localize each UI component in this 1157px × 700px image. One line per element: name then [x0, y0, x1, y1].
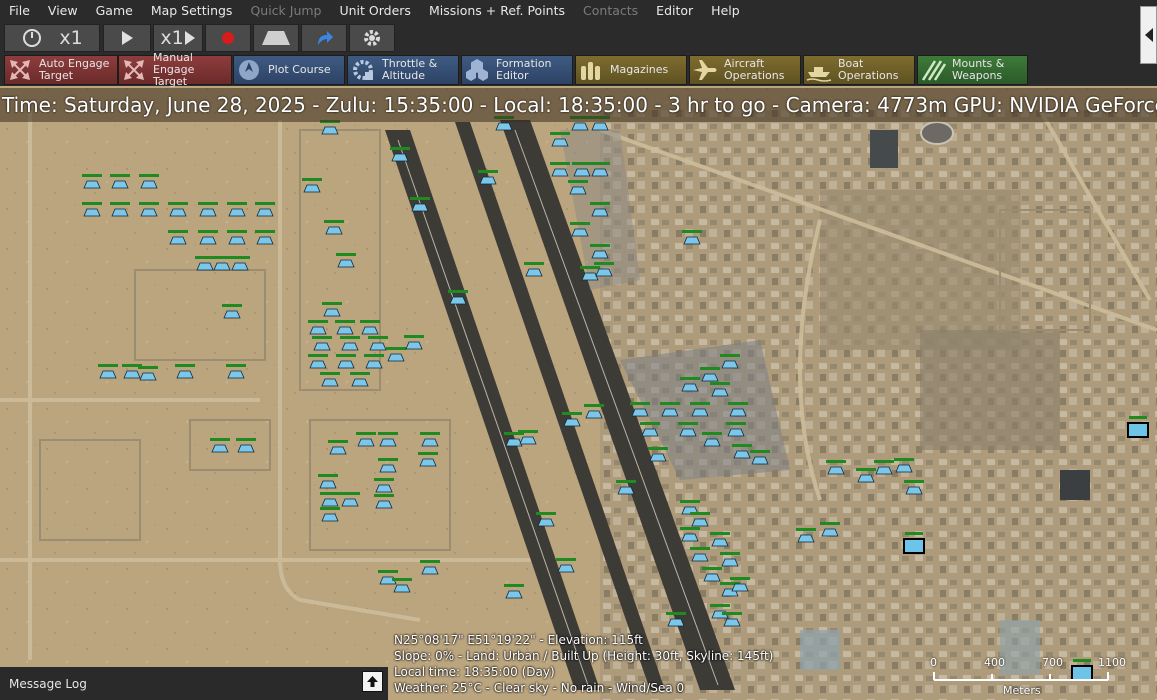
side-panel-toggle[interactable] [1140, 6, 1157, 64]
menu-quick-jump: Quick Jump [250, 3, 322, 18]
play-button[interactable] [103, 24, 151, 52]
time-control-bar: x1 x1 [0, 22, 1157, 54]
cursor-info-panel: N25°08'17" E51°19'22" - Elevation: 115ft… [394, 632, 794, 696]
gear-icon [364, 30, 380, 46]
redirect-button[interactable] [301, 24, 347, 52]
aircraft-icon [690, 56, 720, 84]
menu-unit-orders[interactable]: Unit Orders [330, 0, 419, 22]
mounts-weapons-icon [918, 56, 948, 84]
cursor-coordinates: N25°08'17" E51°19'22" - Elevation: 115ft [394, 633, 643, 647]
formation-editor-label: Formation Editor [496, 57, 552, 82]
menu-game[interactable]: Game [87, 0, 142, 22]
plot-course-icon [234, 56, 264, 84]
time-speed-label: x1 [59, 27, 83, 49]
cursor-local-time: Local time: 18:35:00 (Day) [394, 665, 555, 679]
record-icon [222, 32, 234, 44]
play-icon [122, 31, 133, 45]
message-log-bar[interactable]: Message Log [0, 667, 388, 700]
menu-view[interactable]: View [39, 0, 87, 22]
menu-editor[interactable]: Editor [647, 0, 702, 22]
menu-missions-ref-points[interactable]: Missions + Ref. Points [420, 0, 574, 22]
message-log-label: Message Log [9, 676, 87, 691]
message-log-expand-button[interactable] [362, 671, 383, 692]
scale-label-400: 400 [984, 656, 1005, 669]
scale-bar: 0 400 700 1100 Meters [928, 652, 1126, 700]
time-speed-button[interactable]: x1 [4, 24, 100, 52]
menu-map-settings[interactable]: Map Settings [142, 0, 242, 22]
formation-editor-button[interactable]: Formation Editor [461, 55, 573, 85]
time-compression-button[interactable]: x1 [153, 24, 203, 52]
settings-button[interactable] [349, 24, 395, 52]
boat-icon [804, 56, 834, 84]
throttle-altitude-button[interactable]: Throttle & Altitude [347, 55, 459, 85]
cursor-weather: Weather: 25°C - Clear sky - No rain - Wi… [394, 681, 685, 695]
status-line: Time: Saturday, June 28, 2025 - Zulu: 15… [0, 88, 1157, 122]
scale-ruler [933, 672, 1109, 681]
scale-label-0: 0 [930, 656, 937, 669]
mounts-weapons-button[interactable]: Mounts & Weapons [917, 55, 1028, 85]
step-forward-icon [184, 31, 195, 45]
magazines-button[interactable]: Magazines [575, 55, 687, 85]
command-toolbar: Auto Engage Target Manual Engage Target Pl… [0, 51, 1157, 88]
menu-help[interactable]: Help [702, 0, 749, 22]
clock-icon [23, 29, 42, 47]
throttle-icon [348, 56, 378, 84]
aircraft-operations-button[interactable]: Aircraft Operations [689, 55, 801, 85]
menu-contacts: Contacts [583, 3, 639, 18]
manual-engage-target-button[interactable]: Manual Engage Target [118, 51, 232, 88]
magazines-icon [576, 56, 606, 84]
chevron-left-icon [1144, 28, 1153, 42]
throttle-altitude-label: Throttle & Altitude [382, 57, 438, 82]
menu-bar: File View Game Map Settings Quick Jump Unit O… [0, 0, 1157, 22]
boat-operations-button[interactable]: Boat Operations [803, 55, 915, 85]
arrow-up-icon [367, 676, 378, 687]
manual-engage-target-label: Manual Engage Target [153, 51, 195, 88]
menu-file[interactable]: File [0, 0, 39, 22]
cursor-terrain: Slope: 0% - Land: Urban / Built Up (Heig… [394, 649, 774, 663]
plot-course-button[interactable]: Plot Course [233, 55, 345, 85]
plot-course-label: Plot Course [268, 63, 331, 76]
record-button[interactable] [205, 24, 251, 52]
aircraft-operations-label: Aircraft Operations [724, 57, 785, 82]
boat-operations-label: Boat Operations [838, 57, 899, 82]
formation-icon [462, 56, 492, 84]
time-compression-label: x1 [160, 27, 184, 49]
redirect-icon [318, 31, 333, 45]
magazines-label: Magazines [610, 63, 669, 76]
terrain-button[interactable] [253, 24, 299, 52]
scale-label-1100: 1100 [1098, 656, 1126, 669]
scale-unit: Meters [1003, 684, 1041, 697]
mounts-weapons-label: Mounts & Weapons [952, 57, 1005, 82]
manual-engage-icon [119, 56, 149, 84]
scale-label-700: 700 [1042, 656, 1063, 669]
auto-engage-target-label: Auto Engage Target [39, 57, 110, 82]
terrain-icon [262, 31, 290, 45]
auto-engage-target-button[interactable]: Auto Engage Target [4, 55, 118, 85]
auto-engage-icon [5, 56, 35, 84]
